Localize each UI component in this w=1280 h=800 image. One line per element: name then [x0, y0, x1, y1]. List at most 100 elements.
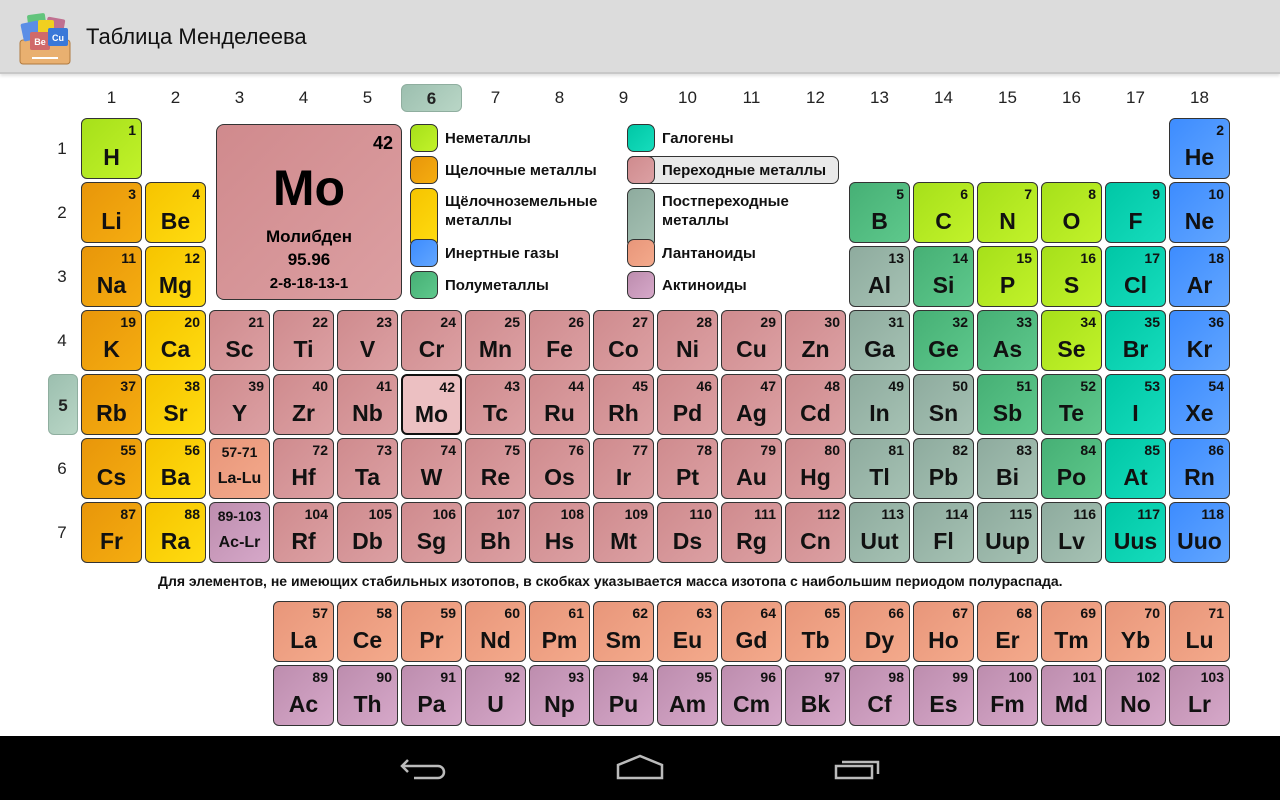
group-label-8[interactable]: 8 — [529, 84, 590, 112]
element-Fe[interactable]: 26 Fe — [529, 310, 590, 371]
element-O[interactable]: 8O — [1041, 182, 1102, 243]
element-Nb[interactable]: 41 Nb — [337, 374, 398, 435]
element-W[interactable]: 74 W — [401, 438, 462, 499]
element-At[interactable]: 85 At — [1105, 438, 1166, 499]
element-Pb[interactable]: 82 Pb — [913, 438, 974, 499]
element-Bi[interactable]: 83 Bi — [977, 438, 1038, 499]
element-Tc[interactable]: 43 Tc — [465, 374, 526, 435]
element-Sc[interactable]: 21 Sc — [209, 310, 270, 371]
element-Dy[interactable]: 66 Dy — [849, 601, 910, 662]
group-label-15[interactable]: 15 — [977, 84, 1038, 112]
element-Mn[interactable]: 25 Mn — [465, 310, 526, 371]
element-Xe[interactable]: 54 Xe — [1169, 374, 1230, 435]
element-Ba[interactable]: 56 Ba — [145, 438, 206, 499]
element-Pt[interactable]: 78 Pt — [657, 438, 718, 499]
element-Rb[interactable]: 37 Rb — [81, 374, 142, 435]
period-label-3[interactable]: 3 — [47, 246, 77, 307]
element-U[interactable]: 92 U — [465, 665, 526, 726]
element-C[interactable]: 6C — [913, 182, 974, 243]
element-Zr[interactable]: 40 Zr — [273, 374, 334, 435]
element-Ra[interactable]: 88 Ra — [145, 502, 206, 563]
group-label-4[interactable]: 4 — [273, 84, 334, 112]
element-No[interactable]: 102 No — [1105, 665, 1166, 726]
element-Hg[interactable]: 80 Hg — [785, 438, 846, 499]
element-Mo[interactable]: 42 Mo — [401, 374, 462, 435]
element-F[interactable]: 9F — [1105, 182, 1166, 243]
element-Re[interactable]: 75 Re — [465, 438, 526, 499]
element-Br[interactable]: 35 Br — [1105, 310, 1166, 371]
element-He[interactable]: 2 He — [1169, 118, 1230, 179]
element-Uut[interactable]: 113 Uut — [849, 502, 910, 563]
element-Tb[interactable]: 65 Tb — [785, 601, 846, 662]
element-Lv[interactable]: 116 Lv — [1041, 502, 1102, 563]
element-Mg[interactable]: 12 Mg — [145, 246, 206, 307]
element-La[interactable]: 57 La — [273, 601, 334, 662]
element-Se[interactable]: 34 Se — [1041, 310, 1102, 371]
element-Sr[interactable]: 38 Sr — [145, 374, 206, 435]
element-B[interactable]: 5B — [849, 182, 910, 243]
recents-button[interactable] — [826, 750, 886, 786]
element-Rh[interactable]: 45 Rh — [593, 374, 654, 435]
element-Bh[interactable]: 107 Bh — [465, 502, 526, 563]
element-Ho[interactable]: 67 Ho — [913, 601, 974, 662]
element-Fm[interactable]: 100 Fm — [977, 665, 1038, 726]
element-Tm[interactable]: 69 Tm — [1041, 601, 1102, 662]
element-Cd[interactable]: 48 Cd — [785, 374, 846, 435]
element-Uus[interactable]: 117 Uus — [1105, 502, 1166, 563]
element-Cs[interactable]: 55 Cs — [81, 438, 142, 499]
group-label-11[interactable]: 11 — [721, 84, 782, 112]
element-Th[interactable]: 90 Th — [337, 665, 398, 726]
group-label-17[interactable]: 17 — [1105, 84, 1166, 112]
element-Zn[interactable]: 30 Zn — [785, 310, 846, 371]
period-label-6[interactable]: 6 — [47, 438, 77, 499]
element-Rn[interactable]: 86 Rn — [1169, 438, 1230, 499]
element-Bk[interactable]: 97 Bk — [785, 665, 846, 726]
group-label-7[interactable]: 7 — [465, 84, 526, 112]
element-Ru[interactable]: 44 Ru — [529, 374, 590, 435]
element-I[interactable]: 53 I — [1105, 374, 1166, 435]
home-button[interactable] — [610, 750, 670, 786]
element-Be[interactable]: 4 Be — [145, 182, 206, 243]
element-Yb[interactable]: 70 Yb — [1105, 601, 1166, 662]
element-Lu[interactable]: 71 Lu — [1169, 601, 1230, 662]
group-label-14[interactable]: 14 — [913, 84, 974, 112]
element-La-Lu[interactable]: 57-71 La-Lu — [209, 438, 270, 499]
group-label-5[interactable]: 5 — [337, 84, 398, 112]
element-Au[interactable]: 79 Au — [721, 438, 782, 499]
element-Pa[interactable]: 91 Pa — [401, 665, 462, 726]
element-Am[interactable]: 95 Am — [657, 665, 718, 726]
group-label-13[interactable]: 13 — [849, 84, 910, 112]
element-Ar[interactable]: 18 Ar — [1169, 246, 1230, 307]
element-Uup[interactable]: 115 Uup — [977, 502, 1038, 563]
group-label-2[interactable]: 2 — [145, 84, 206, 112]
element-As[interactable]: 33 As — [977, 310, 1038, 371]
element-K[interactable]: 19 K — [81, 310, 142, 371]
element-Tl[interactable]: 81 Tl — [849, 438, 910, 499]
element-In[interactable]: 49 In — [849, 374, 910, 435]
element-Cm[interactable]: 96 Cm — [721, 665, 782, 726]
element-Np[interactable]: 93 Np — [529, 665, 590, 726]
element-Cf[interactable]: 98 Cf — [849, 665, 910, 726]
element-Pr[interactable]: 59 Pr — [401, 601, 462, 662]
element-Es[interactable]: 99 Es — [913, 665, 974, 726]
back-button[interactable] — [394, 750, 454, 786]
element-Er[interactable]: 68 Er — [977, 601, 1038, 662]
element-Kr[interactable]: 36 Kr — [1169, 310, 1230, 371]
element-H[interactable]: 1H — [81, 118, 142, 179]
group-label-6[interactable]: 6 — [401, 84, 462, 112]
element-Ni[interactable]: 28 Ni — [657, 310, 718, 371]
element-N[interactable]: 7N — [977, 182, 1038, 243]
element-V[interactable]: 23 V — [337, 310, 398, 371]
element-Te[interactable]: 52 Te — [1041, 374, 1102, 435]
element-Hf[interactable]: 72 Hf — [273, 438, 334, 499]
element-Ir[interactable]: 77 Ir — [593, 438, 654, 499]
element-Fr[interactable]: 87 Fr — [81, 502, 142, 563]
element-Cr[interactable]: 24 Cr — [401, 310, 462, 371]
element-P[interactable]: 15 P — [977, 246, 1038, 307]
element-Co[interactable]: 27 Co — [593, 310, 654, 371]
element-Db[interactable]: 105 Db — [337, 502, 398, 563]
element-Ds[interactable]: 110 Ds — [657, 502, 718, 563]
element-Pu[interactable]: 94 Pu — [593, 665, 654, 726]
element-Al[interactable]: 13 Al — [849, 246, 910, 307]
group-label-1[interactable]: 1 — [81, 84, 142, 112]
